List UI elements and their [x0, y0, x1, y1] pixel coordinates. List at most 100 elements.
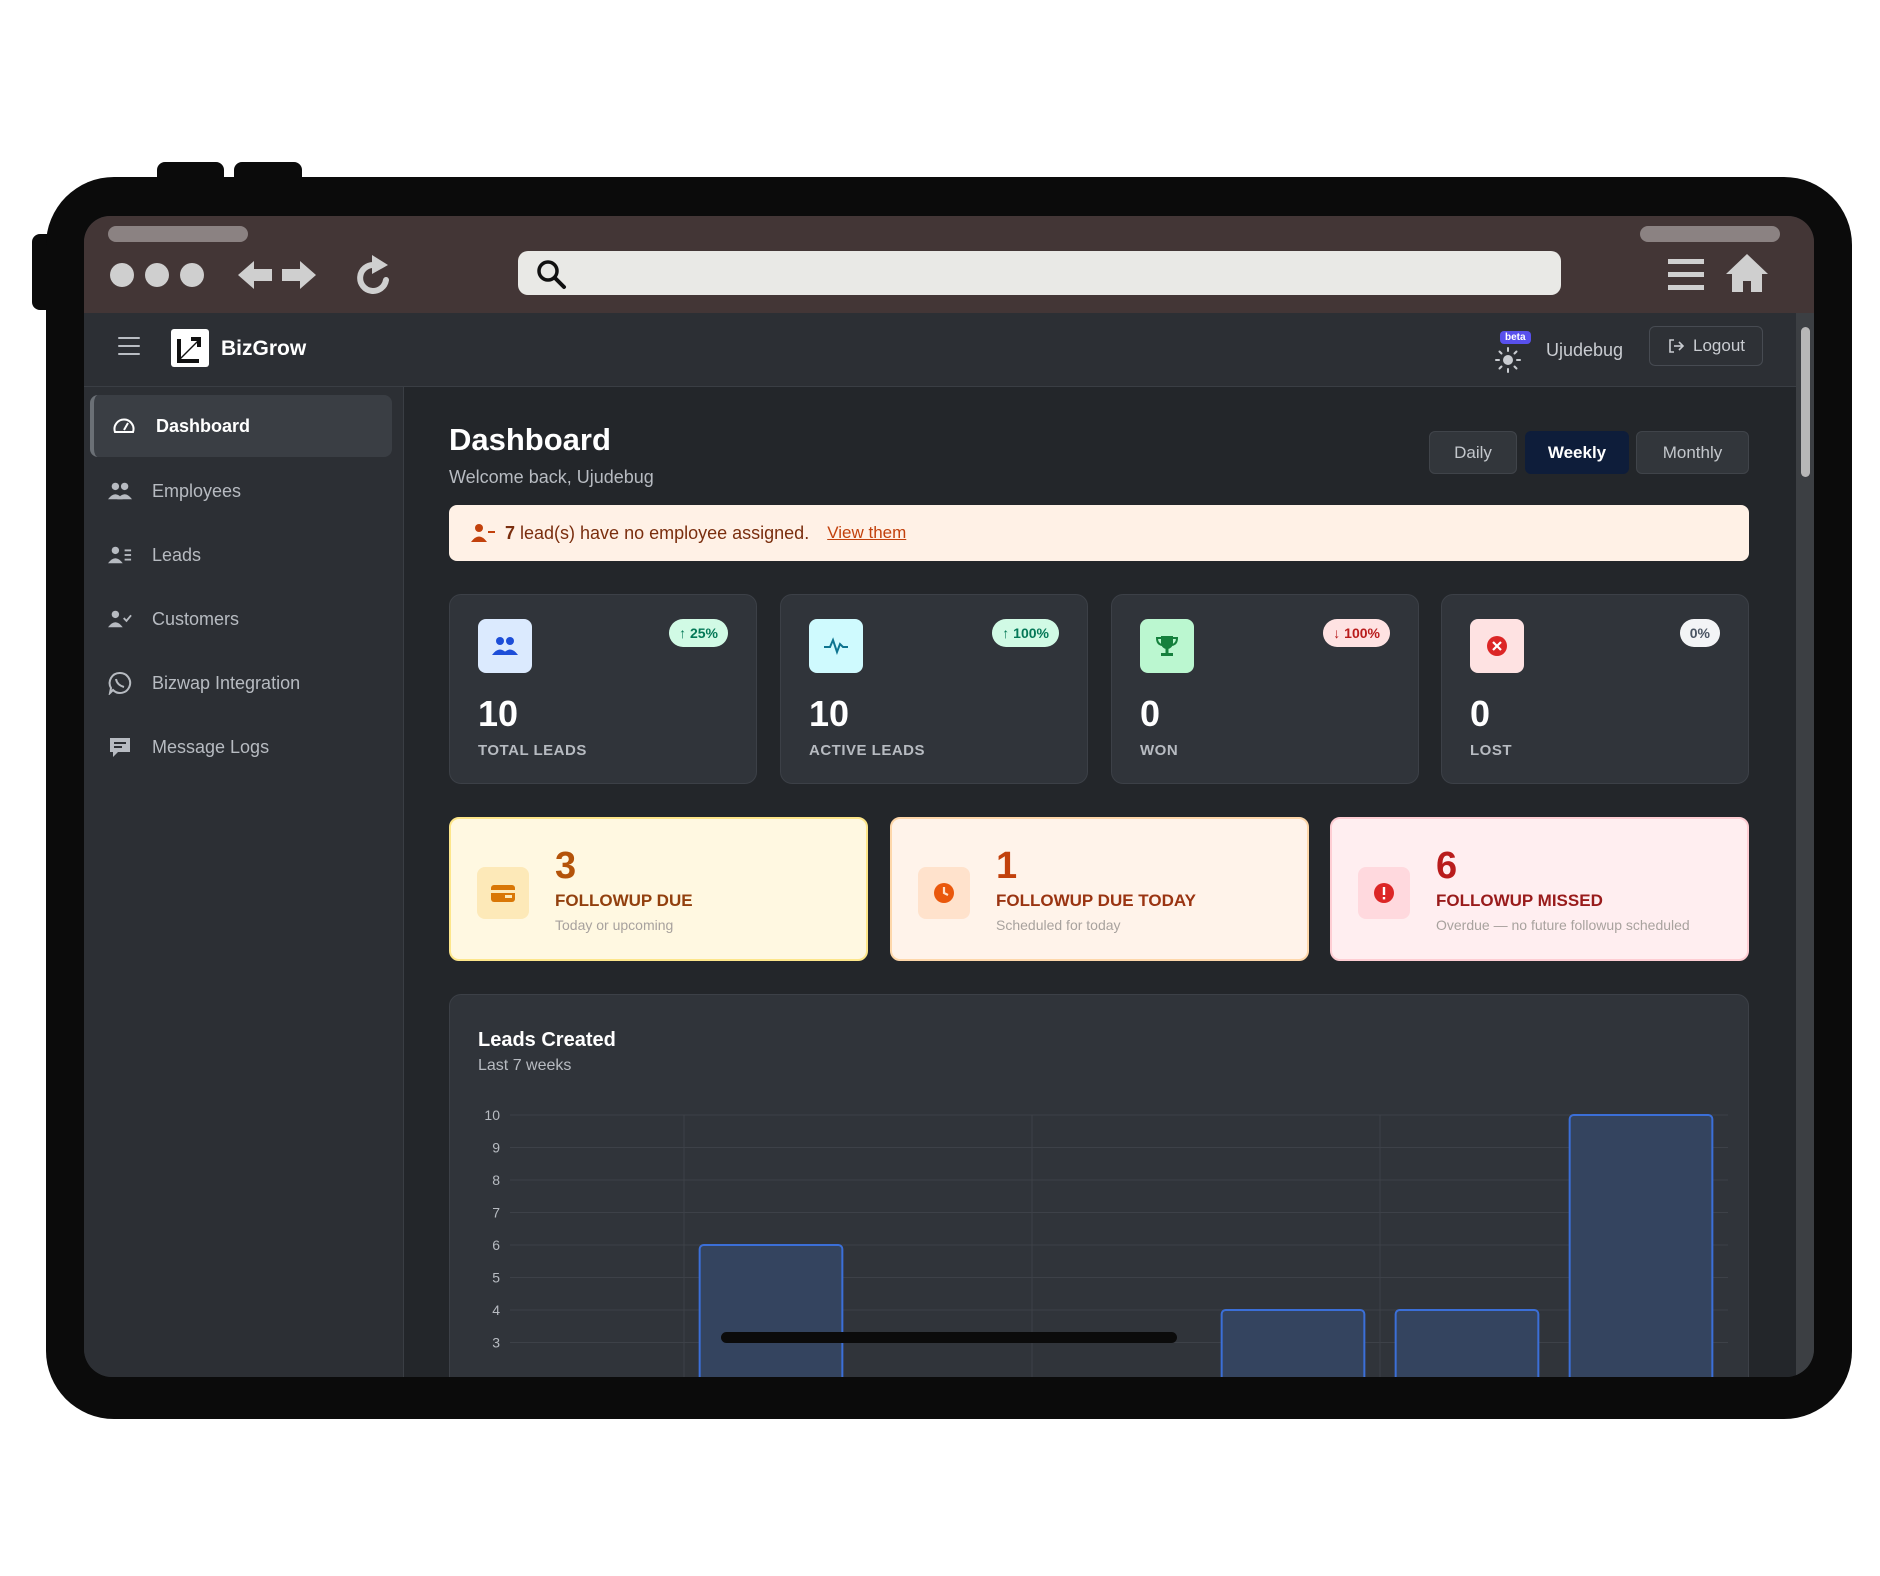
stat-value: 0 [1470, 693, 1491, 734]
chart-bar[interactable] [1568, 1114, 1714, 1377]
stat-label: WON [1140, 742, 1179, 759]
followup-subtext: Overdue — no future followup scheduled [1436, 917, 1690, 933]
sidebar-item-label: Bizwap Integration [152, 672, 301, 693]
forward-arrow-icon[interactable] [280, 258, 318, 292]
followup-label: FOLLOWUP MISSED [1436, 891, 1603, 910]
page-scrollbar[interactable] [1796, 313, 1814, 1377]
trend-badge: ↓ 100% [1323, 619, 1390, 647]
stat-card-lost[interactable]: 0% 0 LOST [1441, 594, 1749, 784]
chart-bar[interactable] [1220, 1309, 1366, 1377]
followup-label: FOLLOWUP DUE TODAY [996, 891, 1196, 910]
back-arrow-icon[interactable] [236, 258, 274, 292]
sidebar-item-dashboard[interactable]: Dashboard [90, 395, 392, 457]
beta-badge: beta [1500, 331, 1531, 344]
logout-icon [1669, 339, 1685, 353]
alert-icon [1358, 867, 1410, 919]
y-tick-label: 8 [492, 1172, 500, 1188]
home-icon[interactable] [1724, 252, 1770, 294]
y-tick-label: 7 [492, 1205, 500, 1221]
sidebar-item-label: Leads [152, 544, 202, 565]
scrollbar-thumb[interactable] [1801, 327, 1810, 477]
followup-missed-card[interactable]: 6 FOLLOWUP MISSED Overdue — no future fo… [1330, 817, 1749, 961]
chrome-pill-left [108, 226, 248, 242]
view-them-link[interactable]: View them [827, 523, 906, 543]
home-indicator[interactable] [721, 1332, 1177, 1343]
y-tick-label: 10 [484, 1107, 500, 1123]
followup-value: 1 [996, 845, 1018, 887]
sidebar-item-label: Employees [152, 480, 242, 501]
user-list-icon [108, 543, 132, 567]
stat-label: ACTIVE LEADS [809, 742, 926, 759]
x-circle-icon [1470, 619, 1524, 673]
logout-label: Logout [1693, 336, 1745, 355]
followup-subtext: Scheduled for today [996, 917, 1121, 933]
sun-icon [1495, 347, 1521, 373]
stat-value: 10 [809, 693, 850, 734]
users-icon [108, 479, 132, 503]
stat-card-total-leads[interactable]: ↑ 25% 10 TOTAL LEADS [449, 594, 757, 784]
page-subtitle: Welcome back, Ujudebug [449, 467, 654, 487]
trend-badge: ↑ 25% [669, 619, 728, 647]
search-icon [537, 260, 566, 289]
sidebar-item-label: Customers [152, 608, 240, 629]
browser-toolbar [84, 216, 1814, 313]
alert-count: 7 [505, 522, 516, 543]
stat-card-active-leads[interactable]: ↑ 100% 10 ACTIVE LEADS [780, 594, 1088, 784]
followup-subtext: Today or upcoming [555, 917, 674, 933]
speedometer-icon [112, 414, 136, 438]
followup-due-card[interactable]: 3 FOLLOWUP DUE Today or upcoming [449, 817, 868, 961]
sidebar-toggle-icon[interactable] [118, 337, 140, 355]
chat-icon [108, 735, 132, 759]
sidebar-item-employees[interactable]: Employees [90, 460, 392, 522]
chart-bar[interactable] [1394, 1309, 1540, 1377]
wallet-icon [477, 867, 529, 919]
stat-label: TOTAL LEADS [478, 742, 587, 759]
address-bar[interactable] [518, 251, 1561, 295]
leads-created-chart: 3 4 5 6 7 8 9 10 [484, 1107, 1728, 1377]
y-tick-label: 9 [492, 1140, 500, 1156]
brand-name: BizGrow [221, 337, 307, 360]
main-content: Dashboard Welcome back, Ujudebug Daily W… [404, 387, 1796, 1377]
pulse-icon [809, 619, 863, 673]
clock-icon [918, 867, 970, 919]
reload-icon[interactable] [352, 252, 396, 298]
sidebar-item-bizwap-integration[interactable]: Bizwap Integration [90, 652, 392, 714]
brand-logo [171, 329, 209, 367]
sidebar-item-label: Dashboard [156, 415, 251, 436]
chart-bar[interactable] [698, 1244, 844, 1377]
unassigned-leads-alert: 7 lead(s) have no employee assigned. Vie… [449, 505, 1749, 561]
trend-badge: 0% [1679, 619, 1720, 647]
menu-icon[interactable] [1666, 256, 1706, 294]
stat-card-won[interactable]: ↓ 100% 0 WON [1111, 594, 1419, 784]
y-tick-label: 6 [492, 1237, 500, 1253]
window-dot-3[interactable] [180, 263, 204, 287]
window-dot-2[interactable] [145, 263, 169, 287]
username-label[interactable]: Ujudebug [1546, 340, 1623, 361]
screen: BizGrow beta Ujudebug Logout Dashboard E… [84, 216, 1814, 1377]
followup-due-today-card[interactable]: 1 FOLLOWUP DUE TODAY Scheduled for today [890, 817, 1309, 961]
trend-badge: ↑ 100% [992, 619, 1059, 647]
stat-value: 10 [478, 693, 519, 734]
stat-value: 0 [1140, 693, 1161, 734]
user-minus-icon [471, 524, 495, 542]
y-tick-label: 3 [492, 1335, 500, 1351]
logout-button[interactable]: Logout [1649, 326, 1763, 366]
window-dot-1[interactable] [110, 263, 134, 287]
theme-toggle-button[interactable]: beta [1492, 331, 1532, 375]
page-title: Dashboard [449, 422, 611, 457]
period-monthly-button[interactable]: Monthly [1636, 431, 1749, 474]
sidebar-item-leads[interactable]: Leads [90, 524, 392, 586]
followup-value: 3 [555, 845, 577, 887]
user-check-icon [108, 607, 132, 631]
y-tick-label: 5 [492, 1270, 500, 1286]
app-header: BizGrow beta Ujudebug Logout [84, 313, 1796, 387]
sidebar-item-message-logs[interactable]: Message Logs [90, 716, 392, 778]
trophy-icon [1140, 619, 1194, 673]
alert-text: lead(s) have no employee assigned. [520, 522, 810, 543]
leads-created-chart-card: Leads Created Last 7 weeks 3 4 5 6 7 8 9 10 [449, 994, 1749, 1377]
followup-value: 6 [1436, 845, 1458, 887]
sidebar: Dashboard Employees Leads Customers Bizw… [84, 387, 404, 1377]
sidebar-item-customers[interactable]: Customers [90, 588, 392, 650]
period-weekly-button[interactable]: Weekly [1525, 431, 1629, 474]
period-daily-button[interactable]: Daily [1429, 431, 1517, 474]
